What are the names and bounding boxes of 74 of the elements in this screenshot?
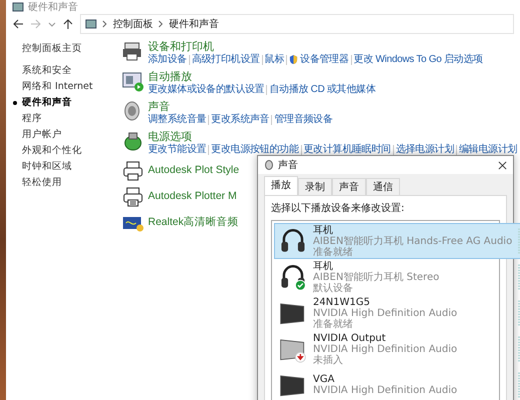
back-arrow-icon[interactable] [12, 18, 24, 30]
device-name: 耳机 [313, 224, 334, 236]
task-link[interactable]: 更改媒体或设备的默认设置 [148, 83, 264, 96]
sidebar-link[interactable]: 硬件和声音 [22, 96, 72, 109]
device-name: 24N1W1G5 [313, 296, 371, 308]
window-title: 硬件和声音 [28, 0, 78, 14]
task-link[interactable]: 调整系统音量 [148, 113, 206, 126]
task-link[interactable]: 更改节能设置 [148, 143, 206, 156]
sidebar-link[interactable]: 外观和个性化 [22, 144, 82, 157]
task-link[interactable]: 编辑电源计划 [459, 143, 518, 156]
device-name: VGA [313, 374, 336, 385]
instruction-text: 选择以下播放设备来修改设置: [271, 202, 406, 215]
category-link[interactable]: 设备和打印机 [148, 40, 483, 53]
category-link[interactable]: Autodesk Plotter M [148, 186, 237, 206]
task-link[interactable]: 自动播放 CD 或其他媒体 [269, 83, 376, 96]
device-status: 准备就绪 [313, 246, 353, 258]
shield-icon [289, 54, 298, 65]
device-status: 默认设备 [313, 282, 353, 294]
category-link[interactable]: Autodesk Plot Style [148, 160, 240, 180]
task-link[interactable]: 更改系统声音 [211, 113, 270, 126]
control-panel-icon [12, 2, 24, 12]
up-arrow-icon[interactable] [62, 18, 74, 30]
address-bar[interactable]: 控制面板 硬件和声音 [80, 14, 514, 34]
category-link[interactable]: 电源选项 [148, 130, 518, 143]
sidebar-link[interactable]: 网络和 Internet [22, 80, 93, 93]
device-item[interactable]: NVIDIA Output NVIDIA High Definition Audio 未插入 [274, 331, 520, 367]
device-description: NVIDIA High Definition Audio [313, 308, 458, 318]
device-item[interactable]: 耳机 AIBEN智能听力耳机 Stereo 默认设备 [274, 259, 520, 295]
chevron-icon [158, 20, 164, 28]
task-link[interactable]: 添加设备 [148, 53, 187, 66]
device-name: NVIDIA Output [313, 332, 387, 344]
category-link[interactable]: 声音 [148, 100, 333, 113]
device-item[interactable]: VGA NVIDIA High Definition Audio [274, 367, 520, 400]
sidebar-link[interactable]: 用户帐户 [22, 128, 62, 141]
task-link[interactable]: 选择电源计划 [396, 143, 454, 156]
breadcrumb[interactable]: 硬件和声音 [169, 17, 219, 31]
task-link[interactable]: 更改计算机睡眠时间 [304, 143, 391, 156]
task-link[interactable]: 更改电源按钮的功能 [211, 143, 299, 156]
device-name: 耳机 [313, 260, 334, 272]
sidebar-link[interactable]: 系统和安全 [22, 64, 72, 77]
dialog-title: 声音 [278, 158, 299, 172]
device-description: NVIDIA High Definition Audio [313, 385, 458, 396]
control-panel-icon [85, 19, 97, 29]
device-description: AIBEN智能听力耳机 Hands-Free AG Audio [313, 236, 512, 246]
task-link[interactable]: 鼠标 [264, 53, 284, 66]
device-item[interactable]: 耳机 AIBEN智能听力耳机 Hands-Free AG Audio 准备就绪 [274, 223, 520, 259]
sidebar-link[interactable]: 轻松使用 [22, 176, 62, 189]
device-status: 准备就绪 [313, 318, 354, 330]
tab[interactable]: 录制 [298, 178, 332, 195]
sidebar-link[interactable]: 控制面板主页 [22, 42, 82, 55]
category-link[interactable]: 自动播放 [148, 70, 376, 83]
speaker-icon [264, 160, 274, 170]
device-description: AIBEN智能听力耳机 Stereo [313, 272, 440, 282]
task-link[interactable]: 高级打印机设置 [192, 53, 260, 66]
task-link[interactable]: 管理音频设备 [274, 113, 333, 126]
breadcrumb[interactable]: 控制面板 [113, 17, 153, 31]
close-icon[interactable] [498, 160, 507, 170]
sidebar-link[interactable]: 时钟和区域 [22, 160, 72, 173]
device-item[interactable]: 24N1W1G5 NVIDIA High Definition Audio 准备就绪 [274, 295, 520, 331]
tab[interactable]: 声音 [332, 178, 366, 195]
media-play-icon[interactable] [122, 70, 144, 92]
caret-icon[interactable] [48, 20, 56, 28]
category-link[interactable]: Realtek高清晰音频 [148, 212, 239, 232]
task-link[interactable]: 设备管理器 [289, 53, 349, 66]
printer-icon[interactable] [122, 186, 144, 208]
device-status: 未插入 [313, 354, 344, 366]
printer-icon[interactable] [122, 160, 144, 182]
printer-icon[interactable] [122, 40, 144, 62]
sidebar-link[interactable]: 程序 [22, 112, 42, 125]
chevron-icon [102, 20, 108, 28]
tab[interactable]: 通信 [366, 178, 400, 195]
tab[interactable]: 播放 [264, 176, 298, 195]
task-link[interactable]: 更改 Windows To Go 启动选项 [354, 53, 483, 66]
device-description: NVIDIA High Definition Audio [313, 344, 458, 354]
